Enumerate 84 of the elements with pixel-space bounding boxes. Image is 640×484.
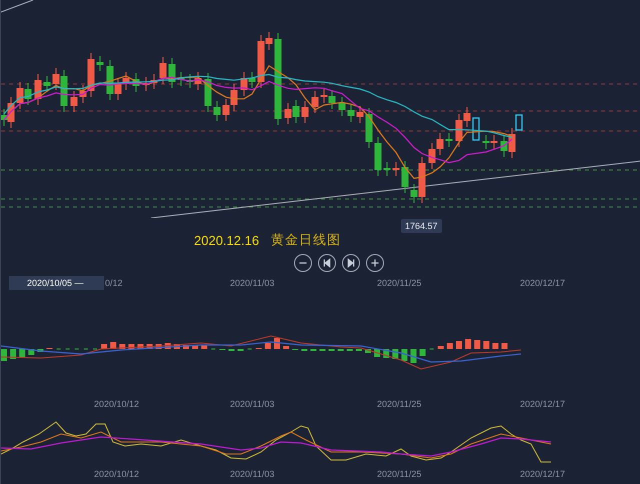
candle-outline (515, 114, 523, 131)
histogram-bar (138, 344, 144, 350)
histogram-bar (301, 349, 308, 352)
histogram-bar (1, 349, 7, 362)
chart-date: 2020.12.16 (194, 232, 260, 248)
candlestick (178, 72, 184, 86)
skip-back-icon (324, 258, 330, 268)
date-label: 2020/12/17 (520, 399, 566, 410)
histogram-bar (465, 339, 472, 350)
histogram-bar (119, 344, 126, 350)
plus-icon (371, 259, 379, 266)
candlestick (338, 96, 346, 116)
candlestick (168, 58, 176, 88)
histogram-bar (146, 344, 153, 350)
candle-outline (472, 117, 480, 141)
histogram-bar (328, 349, 335, 352)
histogram-bar (410, 349, 416, 364)
histogram-bar (101, 344, 108, 350)
histogram-bar (456, 341, 462, 350)
candlestick (214, 100, 220, 122)
candlestick (302, 100, 308, 124)
date-label: 2020/12/17 (520, 469, 566, 480)
skip-forward-icon (348, 258, 354, 268)
candlestick (356, 106, 364, 124)
candlestick (160, 56, 166, 84)
candlestick (384, 162, 390, 176)
histogram-bar (310, 349, 316, 352)
date-label: 2020/11/25 (377, 399, 422, 410)
candlestick (366, 108, 372, 148)
histogram-bar (192, 345, 198, 350)
histogram-bar (365, 349, 371, 354)
candlestick (132, 72, 140, 92)
date-label: 2020/12/17 (520, 278, 566, 288)
histogram-bar (283, 346, 290, 350)
histogram-bar (128, 344, 134, 350)
previous-button[interactable] (318, 254, 336, 272)
zoom-in-button[interactable] (366, 254, 384, 272)
histogram-bar (420, 349, 426, 356)
date-label: 2020/11/03 (230, 469, 274, 480)
date-range-field[interactable]: 2020/10/05 — (9, 276, 104, 290)
date-label: 2020/11/03 (230, 399, 274, 410)
candlestick (204, 72, 212, 112)
candlestick (374, 136, 382, 176)
histogram-bar (238, 349, 244, 352)
histogram-bar (19, 349, 26, 358)
histogram-bar (438, 346, 444, 350)
zoom-out-button[interactable] (294, 254, 312, 272)
candlestick (402, 160, 408, 194)
histogram-bar (228, 349, 234, 352)
histogram-bar (183, 345, 189, 350)
date-label: 2020/11/03 (230, 278, 274, 288)
histogram-bar (10, 349, 16, 360)
date-label: 0/12 (105, 278, 123, 288)
histogram-bar (320, 349, 326, 352)
histogram-bar (502, 343, 508, 350)
date-label: 2020/10/12 (94, 469, 140, 480)
candlestick (44, 76, 50, 92)
histogram-bar (483, 341, 490, 350)
next-button[interactable] (342, 254, 360, 272)
candlestick (70, 90, 78, 112)
date-label: 2020/11/25 (377, 469, 422, 480)
candlestick (392, 162, 400, 176)
histogram-bar (37, 349, 44, 352)
histogram-bar (446, 343, 453, 350)
price-label: 1764.57 (401, 219, 442, 233)
histogram-bar (346, 349, 353, 352)
histogram-bar (156, 344, 162, 350)
histogram-bar (174, 344, 180, 350)
histogram-bar (338, 349, 344, 352)
minus-icon (299, 262, 307, 264)
histogram-bar (201, 345, 208, 350)
histogram-bar (492, 343, 498, 350)
chart-title: 黄金日线图 (271, 231, 342, 250)
candlestick (312, 90, 318, 114)
trend-line (1, 0, 34, 12)
date-label: 2020/11/25 (377, 278, 422, 288)
date-label: 2020/10/12 (94, 399, 140, 410)
candlestick (96, 56, 104, 72)
candlestick (34, 74, 42, 106)
histogram-bar (356, 349, 362, 352)
candlestick (348, 104, 354, 122)
candlestick (446, 132, 452, 148)
histogram-bar (264, 343, 271, 350)
histogram-bar (474, 340, 480, 350)
